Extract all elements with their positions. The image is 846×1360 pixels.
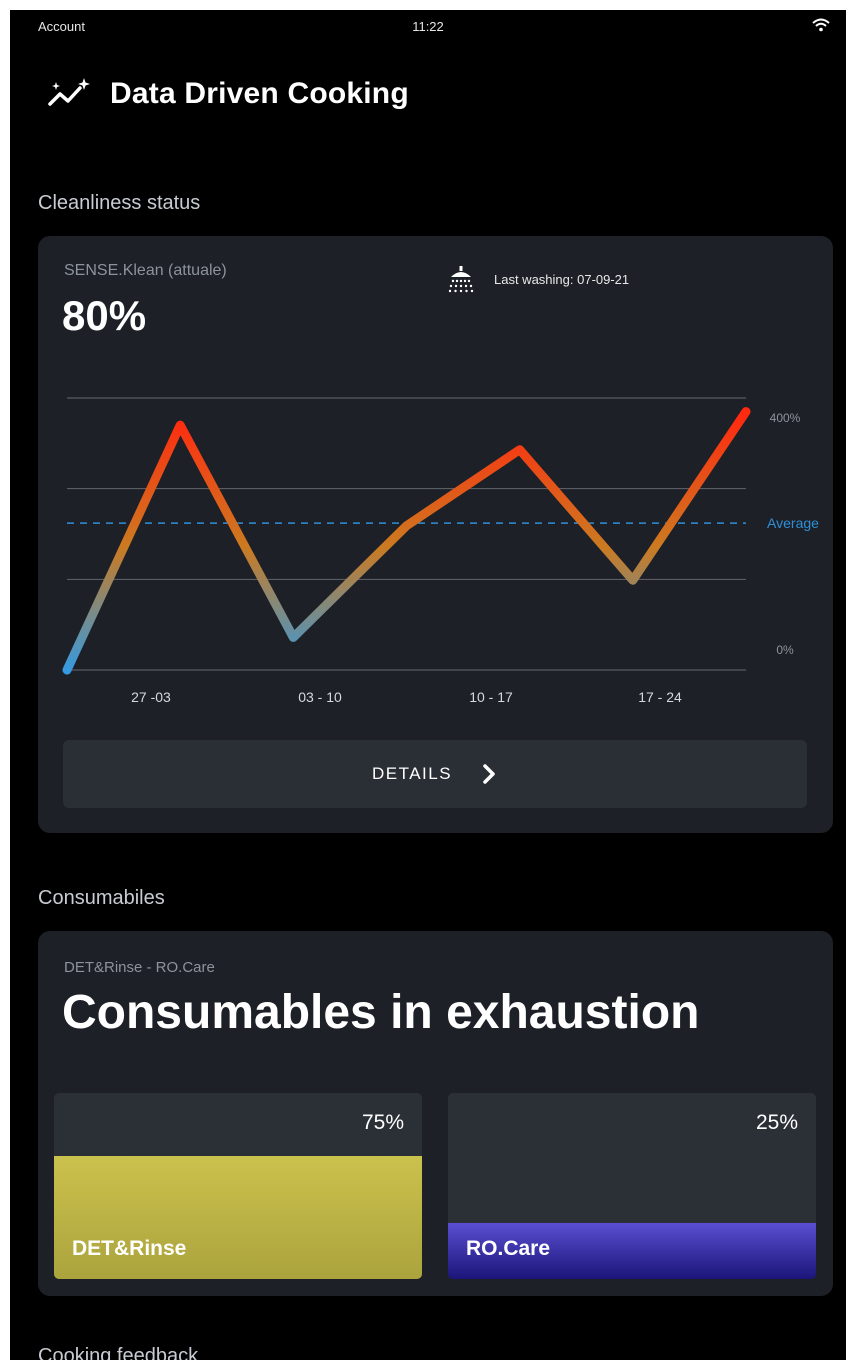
kpi-value: 80%: [62, 292, 147, 339]
consumables-card: DET&Rinse - RO.Care Consumables in exhau…: [38, 931, 833, 1296]
kpi-subtitle: SENSE.Klean (attuale): [64, 262, 227, 279]
section-title-consumables: Consumabiles: [38, 887, 165, 909]
x-tick-label: 03 - 10: [298, 689, 342, 705]
consumables-subtitle: DET&Rinse - RO.Care: [64, 959, 215, 976]
y-tick-bottom: 0%: [776, 643, 794, 657]
x-tick-label: 27 -03: [131, 689, 171, 705]
y-tick-top: 400%: [770, 411, 801, 425]
status-time: 11:22: [412, 19, 444, 34]
app-screen: Account 11:22 Data Driven Cooking Cleanl…: [10, 10, 846, 1360]
cleanliness-card: SENSE.Klean (attuale) 80% Last washing: …: [38, 236, 833, 833]
consumable-tile-det-rinse[interactable]: 75% DET&Rinse: [54, 1093, 422, 1279]
x-tick-label: 17 - 24: [638, 689, 682, 705]
series-line: [62, 407, 751, 675]
average-label: Average: [767, 515, 819, 531]
consumable-name: RO.Care: [466, 1237, 551, 1260]
x-tick-label: 10 - 17: [469, 689, 513, 705]
details-button[interactable]: DETAILS: [63, 740, 807, 808]
last-washing: Last washing: 07-09-21: [446, 264, 629, 294]
last-washing-label: Last washing: 07-09-21: [494, 271, 630, 287]
app-header: Data Driven Cooking: [46, 72, 409, 116]
cleanliness-line-chart: 400% 0% Average 27 -03 03 - 10 10 - 17 17 -…: [62, 397, 819, 705]
status-bar: Account 11:22: [10, 10, 846, 46]
consumable-name: DET&Rinse: [72, 1237, 187, 1260]
section-title-cooking-feedback: Cooking feedback: [38, 1345, 199, 1360]
consumable-tile-ro-care[interactable]: 25% RO.Care: [448, 1093, 816, 1279]
app-title: Data Driven Cooking: [110, 77, 409, 110]
consumable-percent: 25%: [755, 1111, 798, 1134]
consumables-title: Consumables in exhaustion: [62, 986, 700, 1039]
consumable-percent: 75%: [361, 1111, 404, 1134]
section-title-cleanliness: Cleanliness status: [38, 192, 201, 214]
chevron-right-icon: [483, 764, 495, 784]
shower-icon: [448, 266, 474, 293]
details-button-label: DETAILS: [371, 764, 453, 783]
trend-sparkle-icon: [48, 78, 90, 106]
wifi-icon: [812, 18, 830, 32]
